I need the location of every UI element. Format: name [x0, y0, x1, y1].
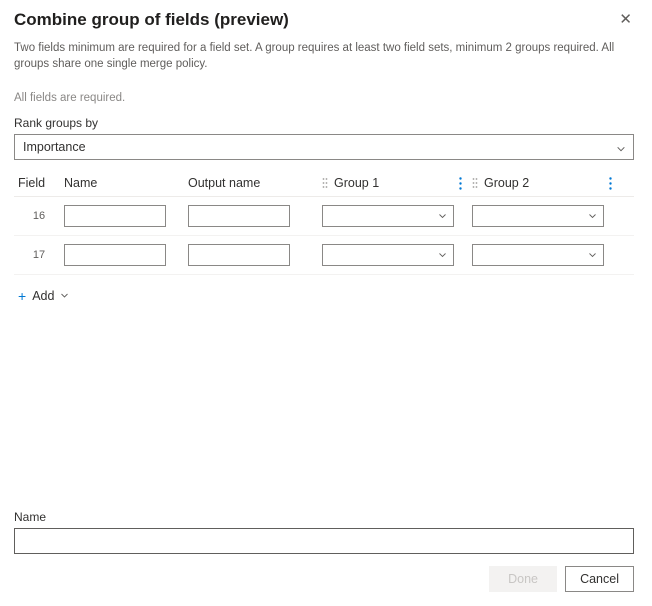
rank-groups-label: Rank groups by	[14, 116, 634, 130]
chevron-down-icon	[438, 248, 447, 263]
row-name-input[interactable]	[64, 244, 166, 266]
plus-icon: +	[18, 289, 26, 303]
dialog-title: Combine group of fields (preview)	[14, 10, 289, 30]
cancel-button[interactable]: Cancel	[565, 566, 634, 592]
col-name: Name	[64, 176, 188, 190]
row-group1-select[interactable]	[322, 205, 454, 227]
add-button[interactable]: + Add	[18, 289, 634, 303]
col-field: Field	[14, 176, 64, 190]
row-output-input[interactable]	[188, 244, 290, 266]
row-output-input[interactable]	[188, 205, 290, 227]
drag-handle-icon[interactable]	[322, 177, 328, 189]
col-group-1: Group 1	[334, 176, 379, 190]
drag-handle-icon[interactable]	[472, 177, 478, 189]
chevron-down-icon	[588, 248, 597, 263]
row-group2-select[interactable]	[472, 244, 604, 266]
add-label: Add	[32, 289, 54, 303]
col-output-name: Output name	[188, 176, 322, 190]
row-index: 16	[14, 210, 64, 222]
col-group-2: Group 2	[484, 176, 529, 190]
table-row: 16	[14, 197, 634, 236]
row-group1-select[interactable]	[322, 244, 454, 266]
done-button[interactable]: Done	[489, 566, 557, 592]
row-name-input[interactable]	[64, 205, 166, 227]
row-index: 17	[14, 249, 64, 261]
more-options-icon[interactable]	[609, 177, 612, 190]
name-label: Name	[14, 510, 634, 524]
chevron-down-icon	[60, 289, 69, 303]
name-input[interactable]	[14, 528, 634, 554]
more-options-icon[interactable]	[459, 177, 462, 190]
helper-text: Two fields minimum are required for a fi…	[14, 40, 624, 72]
chevron-down-icon	[438, 209, 447, 224]
table-header: Field Name Output name Group 1 Group 2	[14, 176, 634, 197]
row-group2-select[interactable]	[472, 205, 604, 227]
rank-groups-value: Importance	[23, 140, 86, 154]
table-row: 17	[14, 236, 634, 275]
chevron-down-icon	[588, 209, 597, 224]
close-icon[interactable]: ✕	[617, 10, 634, 29]
rank-groups-select[interactable]: Importance	[14, 134, 634, 160]
all-fields-required-text: All fields are required.	[14, 92, 634, 104]
